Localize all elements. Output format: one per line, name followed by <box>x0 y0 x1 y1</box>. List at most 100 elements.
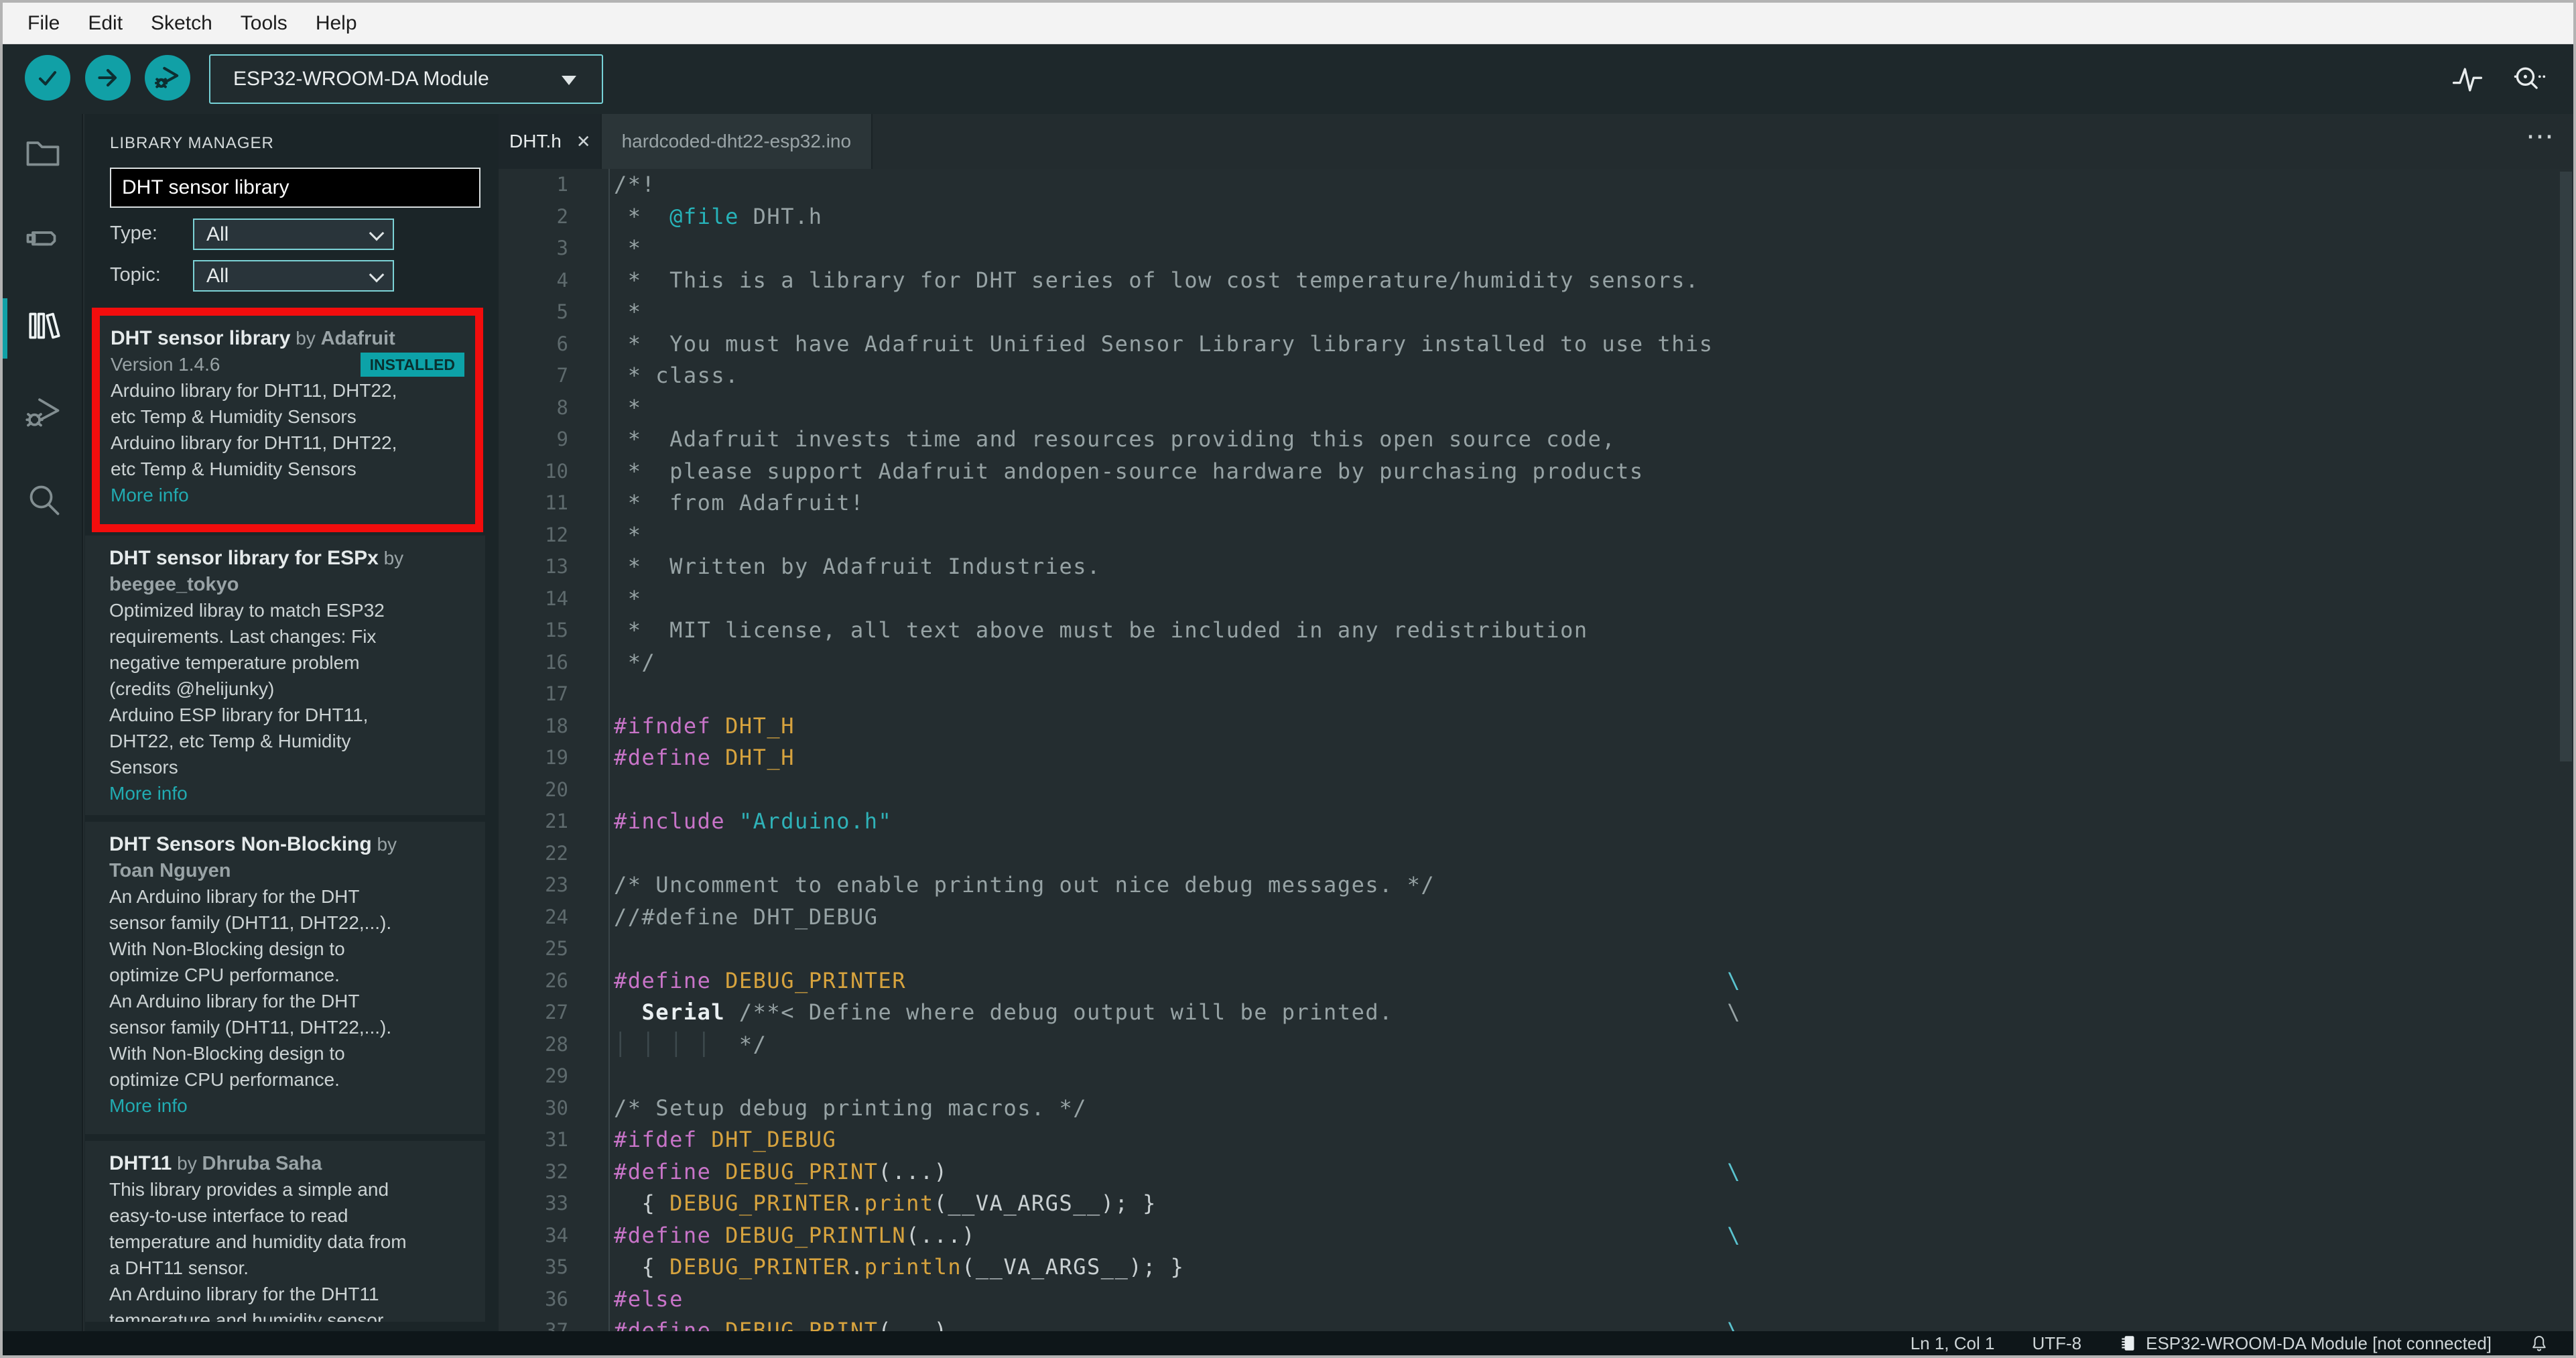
menu-edit[interactable]: Edit <box>74 12 137 35</box>
code-line: 3 * <box>499 233 2559 265</box>
menu-file[interactable]: File <box>13 12 74 35</box>
code-line: 7 * class. <box>499 360 2559 392</box>
code-line: 28 │ │ │ │ */ <box>499 1028 2559 1060</box>
line-number: 28 <box>499 1028 610 1060</box>
library-item-description-line: etc Temp & Humidity Sensors <box>111 406 357 427</box>
verify-button[interactable] <box>25 55 70 101</box>
type-select-value: All <box>206 223 229 245</box>
arduino-ide-window: File Edit Sketch Tools Help ESP32-WROOM-DA M… <box>0 0 2576 1358</box>
tab-label: DHT.h <box>509 131 562 151</box>
line-number: 18 <box>499 710 610 742</box>
code-line: 32 #define DEBUG_PRINT(...) \ <box>499 1156 2559 1188</box>
library-item[interactable]: DHT sensor library for ESPx by beegee_tok… <box>85 536 485 815</box>
library-item-description-line: negative temperature problem <box>109 652 360 673</box>
library-item-description-line: Arduino ESP library for DHT11, <box>109 704 369 725</box>
line-number: 7 <box>499 360 610 392</box>
board-status[interactable]: ESP32-WROOM-DA Module [not connected] <box>2119 1333 2492 1354</box>
more-info-link[interactable]: More info <box>109 783 188 804</box>
sidebar-item-search[interactable] <box>21 477 64 520</box>
cursor-position[interactable]: Ln 1, Col 1 <box>1911 1333 1995 1354</box>
debug-button[interactable] <box>145 55 190 101</box>
code-line: 24//#define DHT_DEBUG <box>499 901 2559 933</box>
library-item-description-line: Arduino library for DHT11, DHT22, <box>111 432 397 453</box>
serial-plotter-icon[interactable] <box>2450 62 2485 97</box>
library-item[interactable]: DHT11 by Dhruba Saha This library provide… <box>85 1141 485 1322</box>
topic-select[interactable]: All <box>193 260 394 292</box>
line-number: 20 <box>499 774 610 806</box>
menu-sketch[interactable]: Sketch <box>137 12 227 35</box>
debug-icon <box>25 398 60 427</box>
line-number: 35 <box>499 1251 610 1284</box>
code-line: 16 */ <box>499 646 2559 678</box>
board-selector[interactable]: ESP32-WROOM-DA Module <box>209 54 603 104</box>
tab-label: hardcoded-dht22-esp32.ino <box>621 131 852 151</box>
library-item-description-line: etc Temp & Humidity Sensors <box>111 458 357 479</box>
installed-badge: INSTALLED <box>360 353 464 377</box>
library-item-description-line: An Arduino library for the DHT11 <box>109 1284 379 1304</box>
search-input[interactable] <box>110 168 480 208</box>
library-item-description-line: temperature and humidity data from <box>109 1231 407 1252</box>
more-info-link[interactable]: More info <box>109 1095 188 1116</box>
sidebar-item-library-manager[interactable] <box>21 304 64 347</box>
encoding[interactable]: UTF-8 <box>2032 1333 2081 1354</box>
code-line: 30/* Setup debug printing macros. */ <box>499 1092 2559 1124</box>
more-info-link[interactable]: More info <box>111 485 189 505</box>
menu-bar: File Edit Sketch Tools Help <box>3 3 2573 44</box>
editor-scrollbar[interactable] <box>2560 172 2572 761</box>
tab-overflow-icon[interactable]: ⋯ <box>2526 119 2556 152</box>
line-number: 21 <box>499 806 610 838</box>
tab-bar: DHT.h ✕ hardcoded-dht22-esp32.ino <box>499 114 2573 169</box>
chevron-down-icon <box>562 76 576 92</box>
chevron-down-icon <box>369 225 385 241</box>
tab-hardcoded-dht22-esp32.ino[interactable]: hardcoded-dht22-esp32.ino <box>601 114 873 169</box>
serial-monitor-icon[interactable] <box>2512 62 2547 97</box>
code-line: 11 * from Adafruit! <box>499 487 2559 519</box>
library-item[interactable]: DHT Sensors Non-Blocking by Toan Nguyen An… <box>85 822 485 1134</box>
library-manager-icon <box>29 312 60 339</box>
library-item-description-line: DHT22, etc Temp & Humidity <box>109 731 351 751</box>
upload-arrow-icon <box>98 68 117 87</box>
library-item-description-line: An Arduino library for the DHT <box>109 886 360 907</box>
code-line: 36 #else <box>499 1283 2559 1315</box>
tab-DHT.h[interactable]: DHT.h ✕ <box>499 114 602 169</box>
library-list: DHT sensor library by Adafruit Version 1.… <box>84 302 499 1322</box>
sidebar-item-debug[interactable] <box>21 391 64 434</box>
code-line: 29 <box>499 1060 2559 1093</box>
code-line: 35 { DEBUG_PRINTER.println(__VA_ARGS__);… <box>499 1251 2559 1284</box>
notifications-bell-icon[interactable] <box>2529 1333 2549 1353</box>
debug-run-icon <box>154 66 179 88</box>
active-indicator <box>3 298 7 359</box>
sidebar-item-boards-manager[interactable] <box>21 218 64 261</box>
sidebar-item-sketchbook[interactable] <box>21 131 64 174</box>
line-number: 22 <box>499 837 610 869</box>
code-line: 17 <box>499 678 2559 711</box>
library-item-description-line: With Non-Blocking design to <box>109 1043 345 1064</box>
line-number: 5 <box>499 296 610 328</box>
upload-button[interactable] <box>85 55 131 101</box>
line-number: 24 <box>499 901 610 933</box>
line-number: 14 <box>499 582 610 615</box>
line-number: 37 <box>499 1315 610 1331</box>
library-item-description-line: sensor family (DHT11, DHT22,...). <box>109 912 392 933</box>
line-number: 6 <box>499 328 610 360</box>
verify-check-icon <box>38 71 57 86</box>
menu-help[interactable]: Help <box>302 12 371 35</box>
library-item-description-line: a DHT11 sensor. <box>109 1257 249 1278</box>
search-icon <box>29 485 60 515</box>
line-number: 36 <box>499 1283 610 1315</box>
code-line: 34 #define DEBUG_PRINTLN(...) \ <box>499 1219 2559 1251</box>
menu-tools[interactable]: Tools <box>227 12 302 35</box>
code-line: 19 #define DHT_H <box>499 742 2559 774</box>
code-line: 23/* Uncomment to enable printing out ni… <box>499 869 2559 902</box>
line-number: 33 <box>499 1188 610 1220</box>
line-number: 29 <box>499 1060 610 1093</box>
boards-manager-icon <box>26 231 56 246</box>
line-number: 26 <box>499 965 610 997</box>
library-item-description-line: (credits @helijunky) <box>109 678 275 699</box>
code-editor[interactable]: 1/*! 2 * @file DHT.h 3 * 4 * This is a libr… <box>499 169 2559 1331</box>
library-item-description-line: Arduino library for DHT11, DHT22, <box>111 380 397 401</box>
library-item[interactable]: DHT sensor library by Adafruit Version 1.… <box>92 308 483 532</box>
code-line: 6 * You must have Adafruit Unified Senso… <box>499 328 2559 360</box>
type-select[interactable]: All <box>193 219 394 250</box>
close-icon[interactable]: ✕ <box>576 131 591 152</box>
